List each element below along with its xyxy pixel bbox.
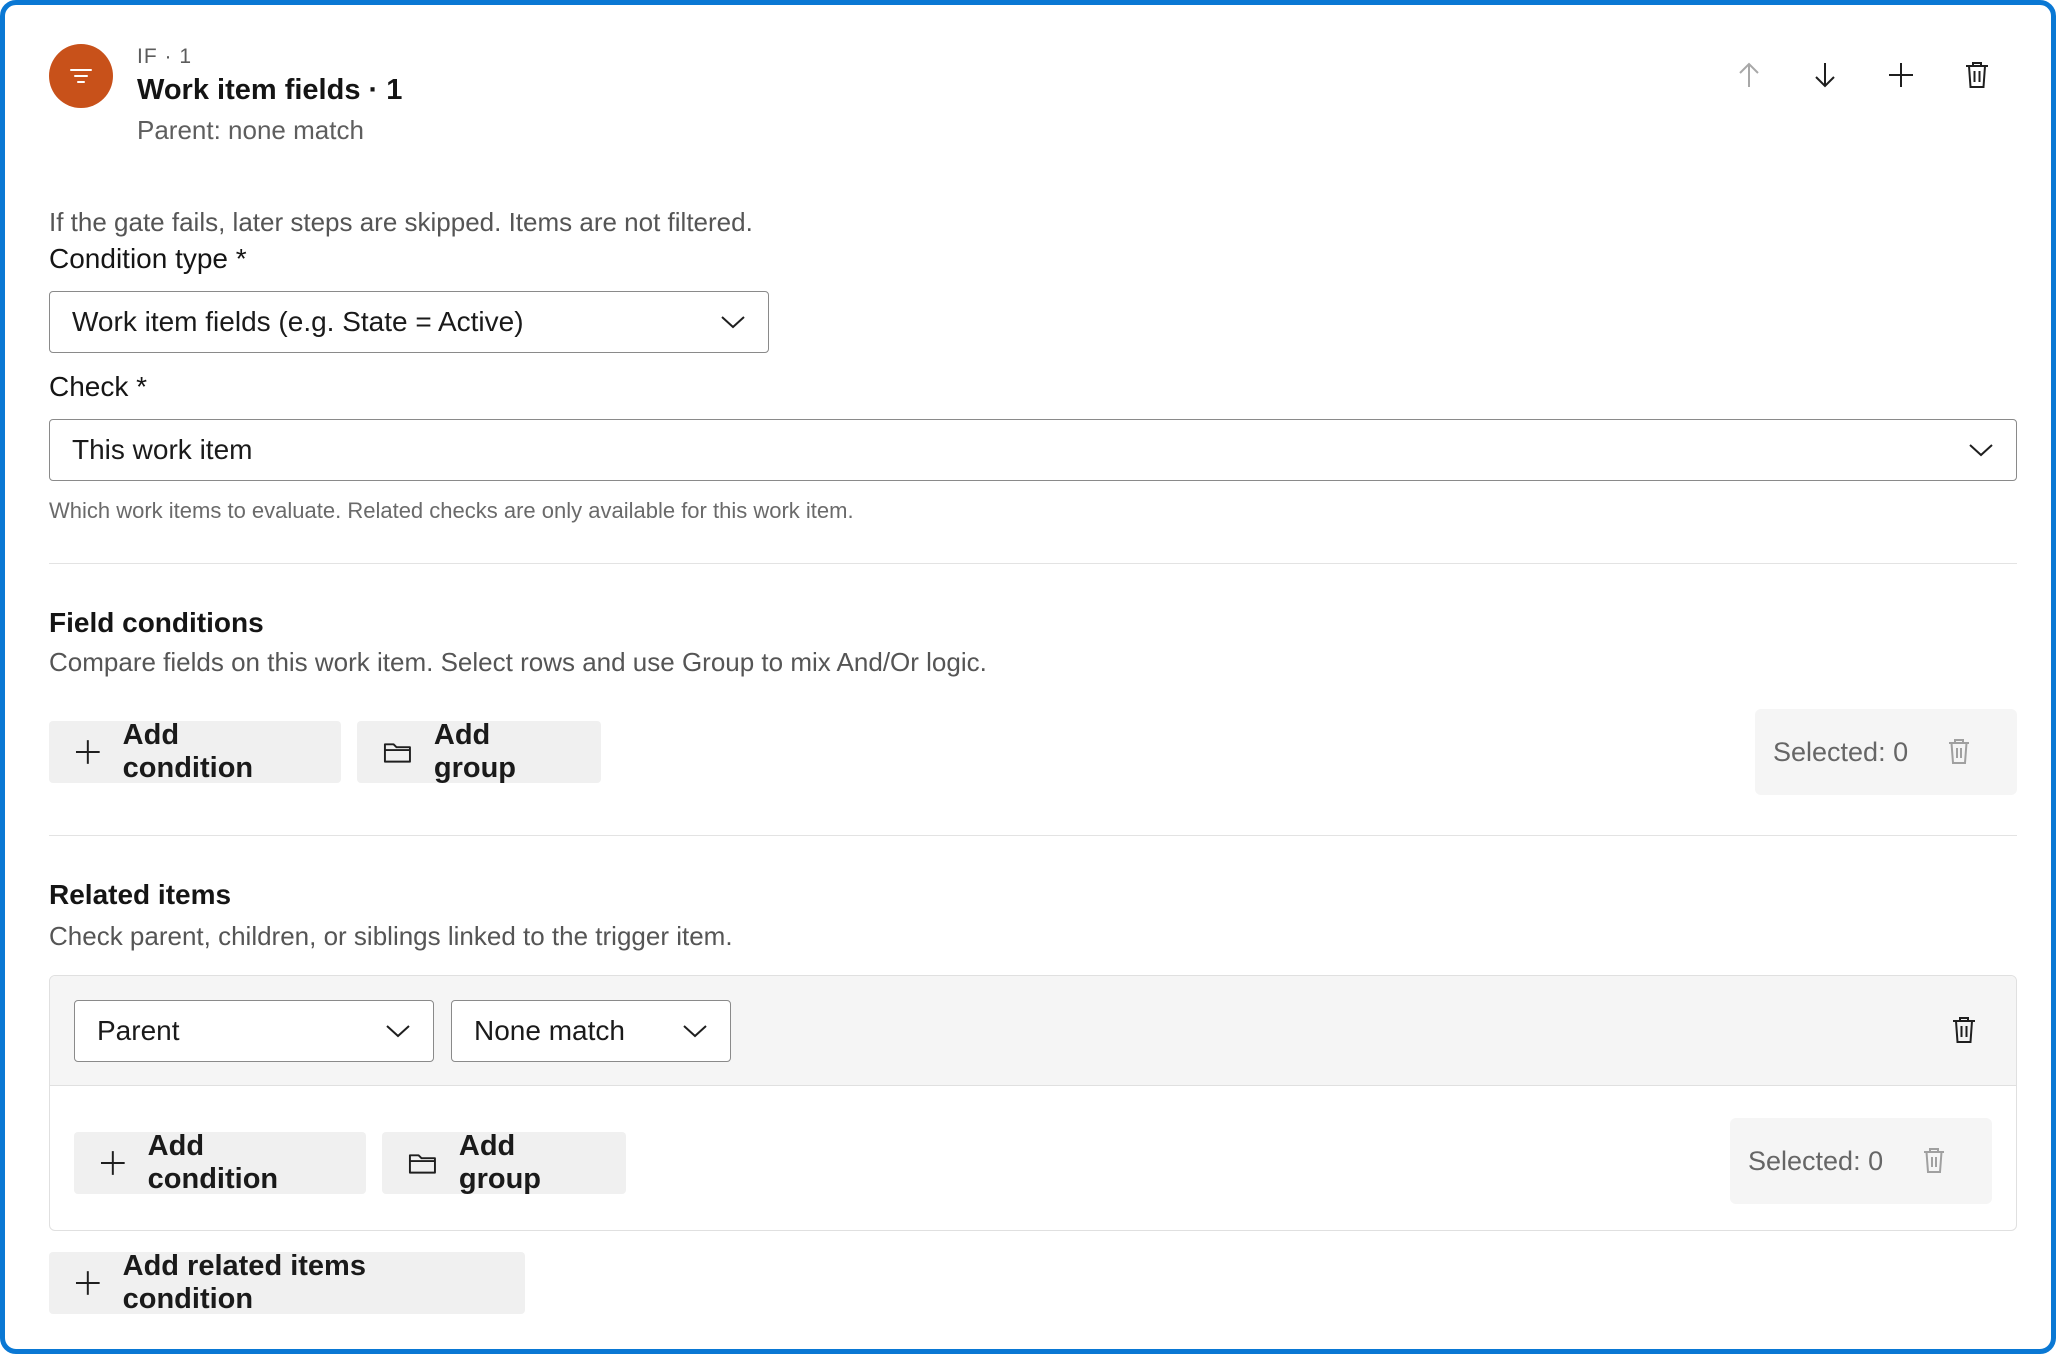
add-condition-button[interactable]: Add condition <box>49 719 341 784</box>
arrow-up-icon <box>1739 62 1759 87</box>
related-add-condition-button[interactable]: Add condition <box>74 1130 366 1195</box>
trash-icon <box>1949 739 1970 764</box>
plus-icon <box>75 740 100 764</box>
step-summary: Parent: none match <box>137 115 364 145</box>
add-step-button[interactable] <box>1879 53 1923 97</box>
add-group-label: Add group <box>433 719 517 784</box>
step-actions <box>1727 53 1999 97</box>
selected-count: Selected: 0 <box>1773 736 1909 767</box>
check-select[interactable]: This work item <box>49 419 2017 481</box>
filter-icon <box>49 44 113 108</box>
move-up-button[interactable] <box>1727 53 1771 97</box>
condition-step-card: IF · 1 Work item fields · 1 Parent: none… <box>0 0 2056 1354</box>
plus-icon <box>75 1271 100 1295</box>
add-related-items-label: Add related items condition <box>122 1250 366 1315</box>
match-value: None match <box>474 1015 625 1046</box>
chevron-down-icon <box>386 1025 410 1038</box>
related-items-title: Related items <box>49 879 232 910</box>
chevron-down-icon <box>683 1025 707 1038</box>
check-value: This work item <box>72 434 253 465</box>
match-select[interactable]: None match <box>451 1000 731 1062</box>
step-kicker: IF · 1 <box>137 45 193 68</box>
divider <box>49 563 2017 564</box>
gate-note: If the gate fails, later steps are skipp… <box>49 207 753 237</box>
plus-icon <box>100 1151 125 1175</box>
related-add-condition-label: Add condition <box>147 1130 279 1195</box>
add-related-items-condition-button[interactable]: Add related items condition <box>49 1250 525 1315</box>
folder-icon <box>408 1154 436 1174</box>
condition-type-select[interactable]: Work item fields (e.g. State = Active) <box>49 291 769 353</box>
trash-icon <box>1966 62 1988 88</box>
check-label: Check * <box>49 371 148 402</box>
condition-type-label: Condition type * <box>49 243 247 274</box>
related-add-group-label: Add group <box>458 1130 542 1195</box>
related-selected-count: Selected: 0 <box>1748 1145 1884 1176</box>
related-delete-selected-button[interactable] <box>1917 1139 1951 1183</box>
chevron-down-icon <box>721 316 745 329</box>
selection-toolbar: Selected: 0 <box>1755 709 2017 795</box>
divider <box>49 835 2017 836</box>
related-items-panel: Parent None match Add condition Add grou… <box>49 975 2017 1231</box>
trash-icon <box>1953 1017 1975 1043</box>
related-selection-toolbar: Selected: 0 <box>1730 1118 1992 1204</box>
relation-value: Parent <box>97 1015 180 1046</box>
delete-related-button[interactable] <box>1942 1008 1986 1052</box>
field-conditions-description: Compare fields on this work item. Select… <box>49 647 987 677</box>
delete-selected-button[interactable] <box>1942 730 1976 774</box>
add-condition-label: Add condition <box>122 719 254 784</box>
field-conditions-title: Field conditions <box>49 607 264 638</box>
add-group-button[interactable]: Add group <box>357 719 601 784</box>
check-hint: Which work items to evaluate. Related ch… <box>49 498 854 523</box>
move-down-button[interactable] <box>1803 53 1847 97</box>
step-title: Work item fields · 1 <box>137 74 403 106</box>
chevron-down-icon <box>1969 444 1993 457</box>
related-items-description: Check parent, children, or siblings link… <box>49 921 733 951</box>
trash-icon <box>1924 1148 1945 1173</box>
arrow-down-icon <box>1815 63 1835 88</box>
related-add-group-button[interactable]: Add group <box>382 1130 626 1195</box>
plus-icon <box>1889 63 1913 87</box>
condition-type-value: Work item fields (e.g. State = Active) <box>72 306 524 337</box>
relation-select[interactable]: Parent <box>74 1000 434 1062</box>
folder-icon <box>383 743 411 763</box>
delete-step-button[interactable] <box>1955 53 1999 97</box>
